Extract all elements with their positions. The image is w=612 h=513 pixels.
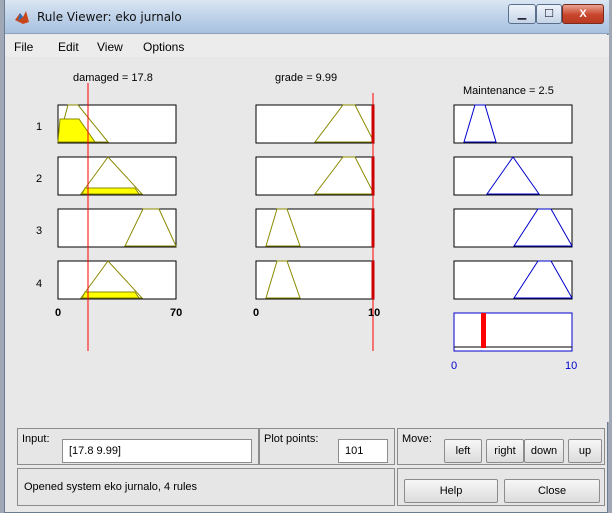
menu-options[interactable]: Options [143, 40, 184, 54]
help-close-panel: Help Close [397, 468, 605, 506]
title-bar[interactable]: Rule Viewer: eko jurnalo ▁ ☐ X [5, 0, 609, 34]
menu-file[interactable]: File [14, 40, 33, 54]
move-right-button[interactable]: right [486, 439, 524, 463]
damaged-plots[interactable] [57, 83, 177, 351]
status-text: Opened system eko jurnalo, 4 rules [24, 481, 198, 493]
minimize-button[interactable]: ▁ [508, 4, 536, 24]
plot-points-panel: Plot points: 101 [259, 428, 395, 465]
close-button[interactable]: Close [504, 479, 600, 503]
rule-plot-area: damaged = 17.8 grade = 9.99 Maintenance … [5, 57, 609, 422]
grade-axis-min: 0 [253, 307, 260, 319]
rule-plots [57, 83, 573, 352]
menu-edit[interactable]: Edit [58, 40, 79, 54]
move-down-button[interactable]: down [524, 439, 564, 463]
maximize-button[interactable]: ☐ [536, 4, 562, 24]
input-label: Input: [22, 433, 50, 445]
menu-view[interactable]: View [97, 40, 123, 54]
menu-bar: File Edit View Options [5, 35, 609, 57]
maintenance-plots[interactable] [453, 104, 573, 352]
rule-viewer-window: Rule Viewer: eko jurnalo ▁ ☐ X File Edit… [4, 0, 609, 513]
move-up-button[interactable]: up [568, 439, 602, 463]
input-field[interactable]: [17.8 9.99] [62, 439, 252, 463]
input-panel: Input: [17.8 9.99] [17, 428, 259, 465]
move-label: Move: [402, 433, 432, 445]
plot-points-label: Plot points: [264, 433, 319, 445]
move-left-button[interactable]: left [444, 439, 482, 463]
status-bar: Opened system eko jurnalo, 4 rules [17, 468, 395, 506]
grade-plots[interactable] [255, 93, 375, 351]
maintenance-axis-max: 10 [565, 360, 578, 372]
grade-axis-max: 10 [368, 307, 381, 319]
move-panel: Move: left right down up [397, 428, 605, 465]
plot-points-field[interactable]: 101 [338, 439, 388, 463]
maintenance-axis-min: 0 [451, 360, 458, 372]
help-button[interactable]: Help [404, 479, 498, 503]
close-window-button[interactable]: X [562, 4, 604, 24]
window-title: Rule Viewer: eko jurnalo [37, 10, 182, 24]
damaged-axis-min: 0 [55, 307, 62, 319]
matlab-app-icon [15, 11, 29, 24]
damaged-axis-max: 70 [170, 307, 183, 319]
